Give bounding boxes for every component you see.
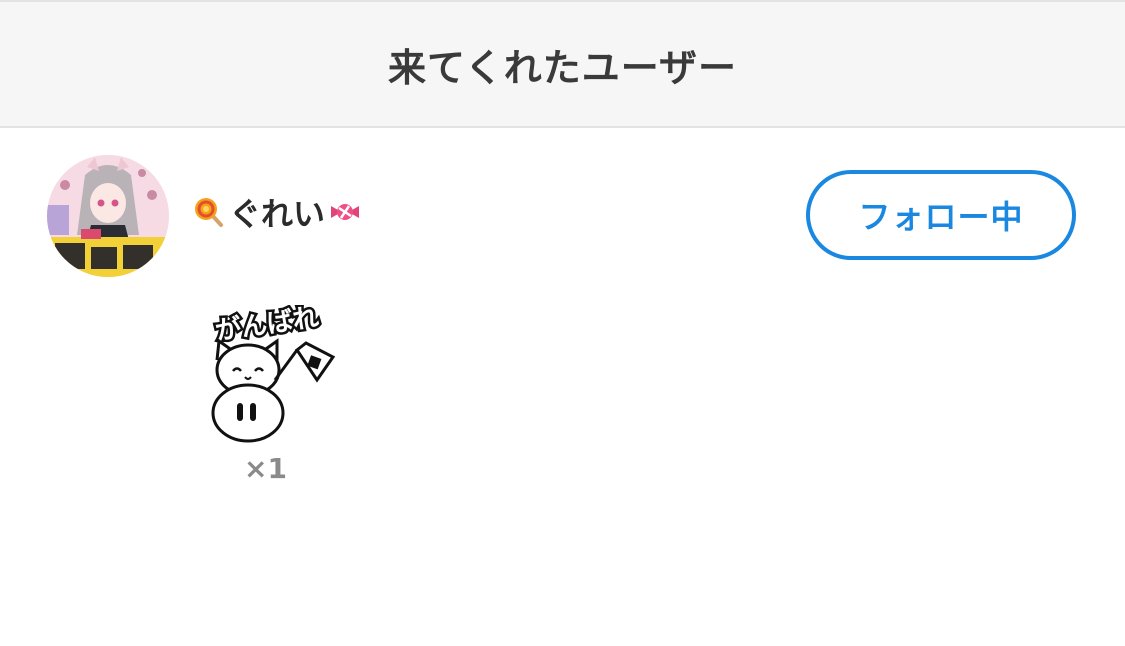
header-bar: 来てくれたユーザー [0, 0, 1125, 128]
sticker-text: がんばれ [213, 305, 320, 347]
candy-icon [331, 204, 360, 220]
avatar[interactable] [47, 155, 169, 277]
page-title: 来てくれたユーザー [387, 45, 738, 90]
cat-ghost-flag-sticker-icon: がんばれ [211, 299, 336, 443]
username[interactable]: ぐれい [193, 190, 361, 234]
lollipop-icon [195, 198, 223, 227]
user-row[interactable]: ぐれい フォロー中 [0, 128, 1125, 298]
page: 来てくれたユーザー ぐれい フォロー中 がんばれ ×1 [0, 0, 1125, 646]
follow-button[interactable]: フォロー中 [806, 170, 1076, 260]
gift-count: ×1 [244, 452, 287, 485]
avatar-image [47, 155, 169, 277]
username-text: ぐれい [229, 195, 326, 233]
